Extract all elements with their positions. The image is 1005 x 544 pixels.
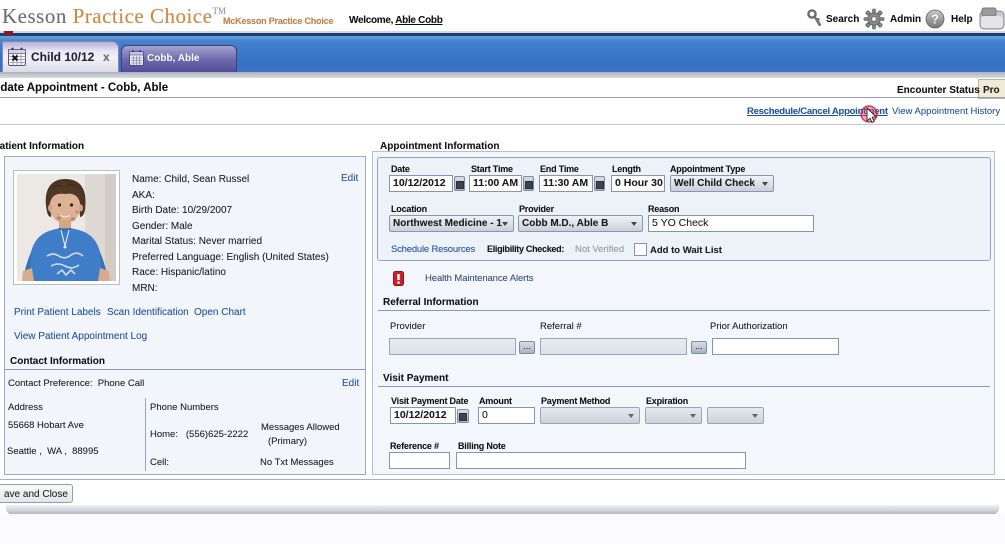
svg-text:?: ? xyxy=(931,12,939,27)
